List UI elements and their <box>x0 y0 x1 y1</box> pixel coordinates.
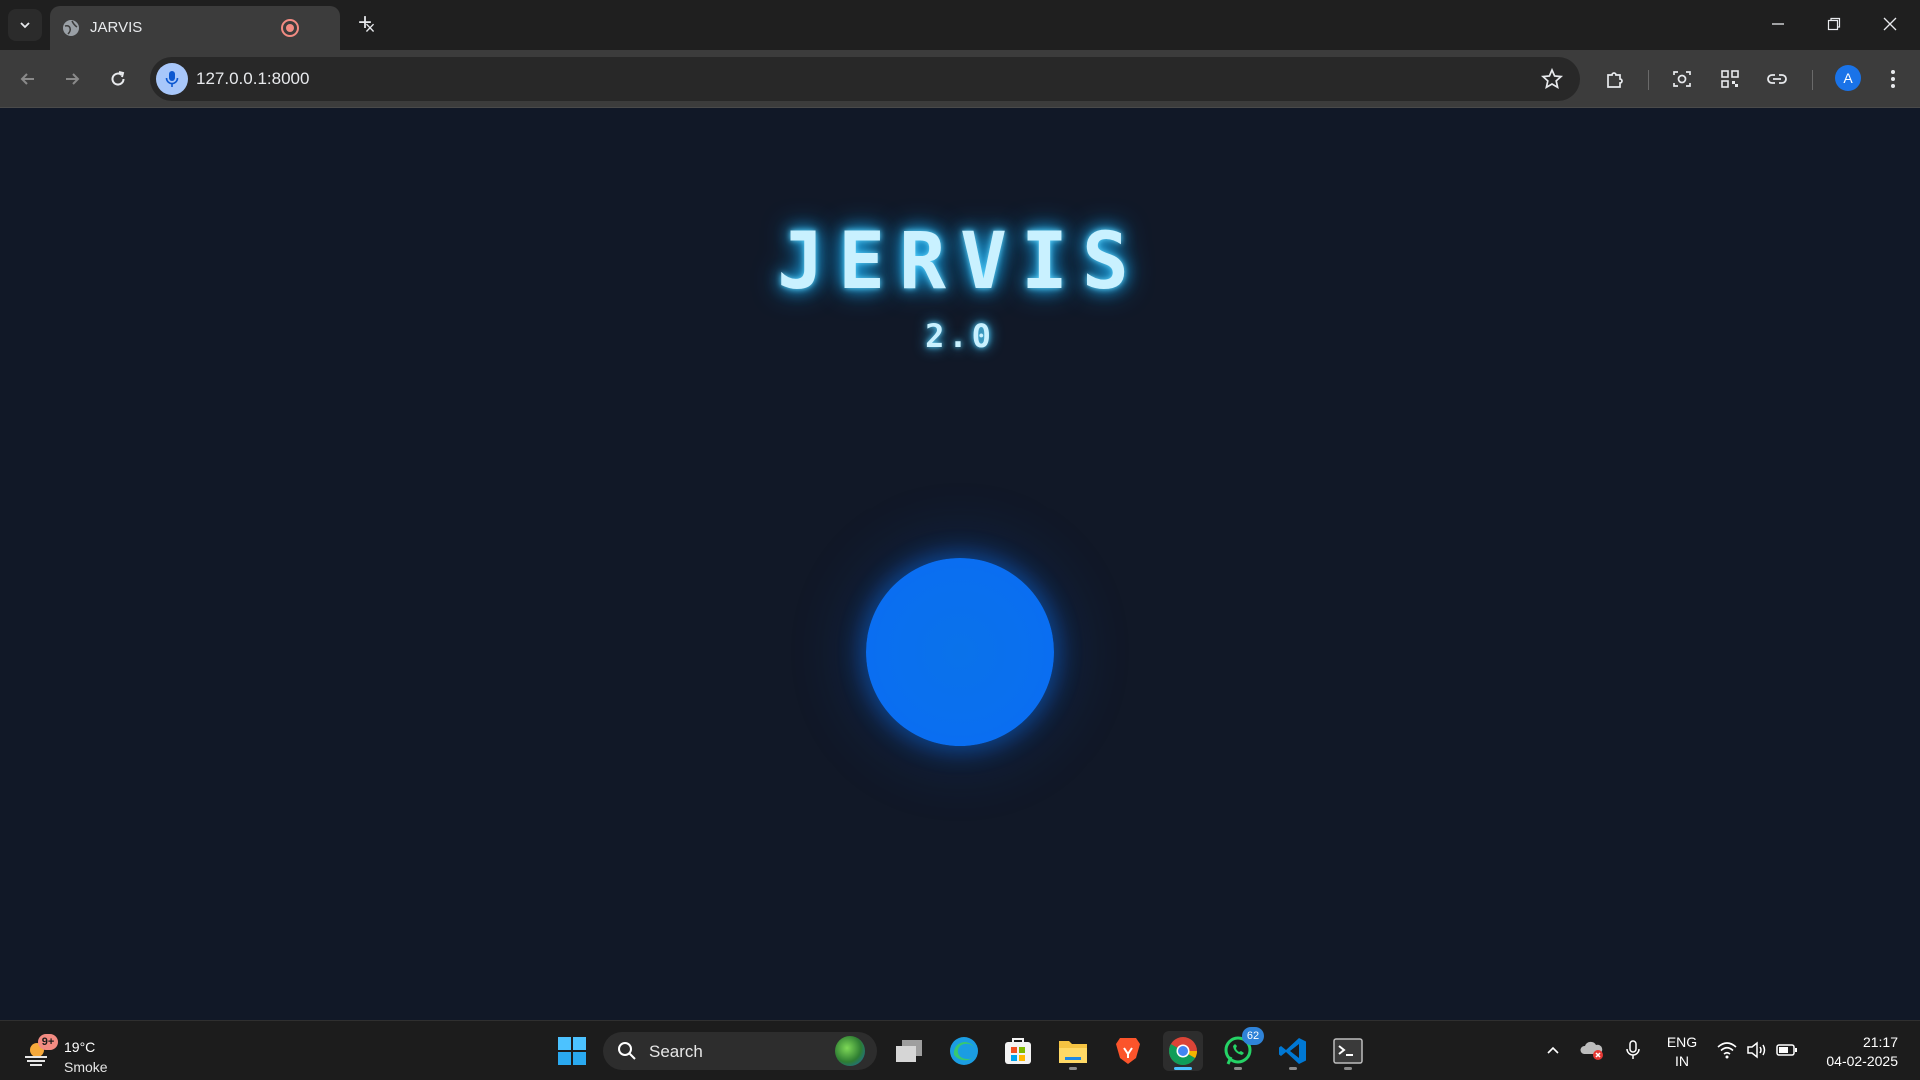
search-highlight-globe-icon <box>835 1036 865 1066</box>
restore-icon <box>1827 17 1841 31</box>
microphone-icon <box>1626 1040 1640 1059</box>
arrow-left-icon <box>20 73 34 85</box>
taskbar-edge[interactable] <box>944 1031 984 1071</box>
chrome-icon <box>1169 1037 1197 1065</box>
link-icon <box>1767 74 1787 84</box>
battery-status[interactable] <box>1773 1036 1801 1064</box>
taskbar-search[interactable]: Search <box>603 1032 877 1070</box>
chevron-down-icon <box>20 22 30 29</box>
microphone-icon <box>165 71 179 87</box>
recording-indicator-icon <box>281 19 299 37</box>
qr-code-button[interactable] <box>1716 65 1744 93</box>
taskbar-terminal[interactable] <box>1328 1031 1368 1071</box>
weather-widget[interactable]: 9+ 19°C Smoke <box>20 1029 130 1075</box>
system-clock[interactable]: 21:17 04-02-2025 <box>1812 1033 1898 1071</box>
task-view-button[interactable] <box>889 1031 929 1071</box>
weather-badge: 9+ <box>38 1034 58 1050</box>
battery-icon <box>1776 1044 1797 1056</box>
taskbar-brave[interactable] <box>1108 1031 1148 1071</box>
browser-tabstrip: JARVIS × + <box>0 0 1920 50</box>
microphone-tray[interactable] <box>1619 1036 1647 1064</box>
assistant-orb[interactable] <box>866 558 1054 746</box>
windows-taskbar: 9+ 19°C Smoke Search 62 ENG IN 21:17 04-… <box>0 1020 1920 1080</box>
taskbar-whatsapp[interactable]: 62 <box>1218 1027 1264 1071</box>
qr-code-icon <box>1721 70 1739 88</box>
wifi-status[interactable] <box>1713 1036 1741 1064</box>
vscode-icon <box>1279 1038 1306 1064</box>
language-code: ENG <box>1666 1034 1698 1050</box>
minimize-icon <box>1772 23 1784 25</box>
chevron-up-icon <box>1547 1046 1559 1054</box>
forward-button[interactable] <box>56 63 88 95</box>
toolbar-separator <box>1812 70 1813 90</box>
logo-title: JERVIS <box>777 217 1143 307</box>
running-indicator <box>1234 1067 1242 1070</box>
taskbar-chrome[interactable] <box>1163 1031 1203 1071</box>
whatsapp-unread-badge: 62 <box>1242 1027 1264 1045</box>
new-tab-button[interactable]: + <box>352 11 378 37</box>
camera-lens-icon <box>1673 71 1691 87</box>
puzzle-icon <box>1607 72 1623 88</box>
speaker-icon <box>1747 1041 1766 1059</box>
url-text[interactable]: 127.0.0.1:8000 <box>196 69 309 89</box>
screen-capture-button[interactable] <box>1668 65 1696 93</box>
microphone-permission-icon[interactable] <box>156 63 188 95</box>
tab-jarvis[interactable]: JARVIS × <box>50 6 375 50</box>
browser-menu-button[interactable] <box>1879 65 1907 93</box>
restore-button[interactable] <box>1814 8 1854 40</box>
close-window-button[interactable] <box>1870 8 1910 40</box>
onedrive-status[interactable] <box>1578 1036 1606 1064</box>
wifi-icon <box>1717 1042 1737 1059</box>
volume-status[interactable] <box>1743 1036 1771 1064</box>
copy-link-button[interactable] <box>1763 65 1791 93</box>
running-indicator <box>1069 1067 1077 1070</box>
running-indicator-active <box>1174 1067 1192 1070</box>
back-button[interactable] <box>12 63 44 95</box>
more-vertical-icon <box>1891 70 1895 88</box>
browser-toolbar: 127.0.0.1:8000 A <box>0 50 1920 108</box>
arrow-right-icon <box>66 73 80 85</box>
close-icon <box>1883 17 1897 31</box>
language-region: IN <box>1675 1053 1689 1069</box>
clock-time: 21:17 <box>1862 1034 1898 1050</box>
task-view-icon <box>896 1040 922 1062</box>
taskbar-vscode[interactable] <box>1273 1031 1313 1071</box>
weather-temperature: 19°C <box>64 1039 96 1055</box>
reload-button[interactable] <box>102 63 134 95</box>
running-indicator <box>1344 1067 1352 1070</box>
brave-icon <box>1116 1038 1140 1064</box>
taskbar-file-explorer[interactable] <box>1053 1031 1093 1071</box>
store-icon <box>1005 1038 1031 1064</box>
weather-condition: Smoke <box>64 1059 108 1075</box>
show-hidden-icons-button[interactable] <box>1539 1036 1567 1064</box>
minimize-button[interactable] <box>1758 8 1798 40</box>
globe-icon <box>63 20 79 36</box>
search-placeholder: Search <box>649 1042 703 1061</box>
logo-version: 2.0 <box>925 317 995 355</box>
taskbar-store[interactable] <box>998 1031 1038 1071</box>
start-button[interactable] <box>552 1031 592 1071</box>
file-explorer-icon <box>1059 1041 1087 1063</box>
search-icon <box>618 1042 636 1060</box>
edge-icon <box>950 1037 978 1065</box>
tab-search-button[interactable] <box>8 9 42 41</box>
extensions-button[interactable] <box>1601 65 1629 93</box>
jarvis-page: JERVIS 2.0 <box>0 109 1920 1020</box>
windows-logo-icon <box>558 1037 586 1065</box>
running-indicator <box>1289 1067 1297 1070</box>
terminal-icon <box>1333 1038 1363 1064</box>
bookmark-star-icon[interactable] <box>1540 67 1564 91</box>
reload-icon <box>111 71 125 86</box>
cloud-error-icon <box>1580 1041 1603 1060</box>
toolbar-separator <box>1648 70 1649 90</box>
address-bar[interactable]: 127.0.0.1:8000 <box>150 57 1580 101</box>
input-language[interactable]: ENG IN <box>1664 1033 1700 1071</box>
tab-title: JARVIS <box>90 19 143 36</box>
clock-date: 04-02-2025 <box>1826 1053 1898 1069</box>
profile-avatar[interactable]: A <box>1835 65 1861 91</box>
